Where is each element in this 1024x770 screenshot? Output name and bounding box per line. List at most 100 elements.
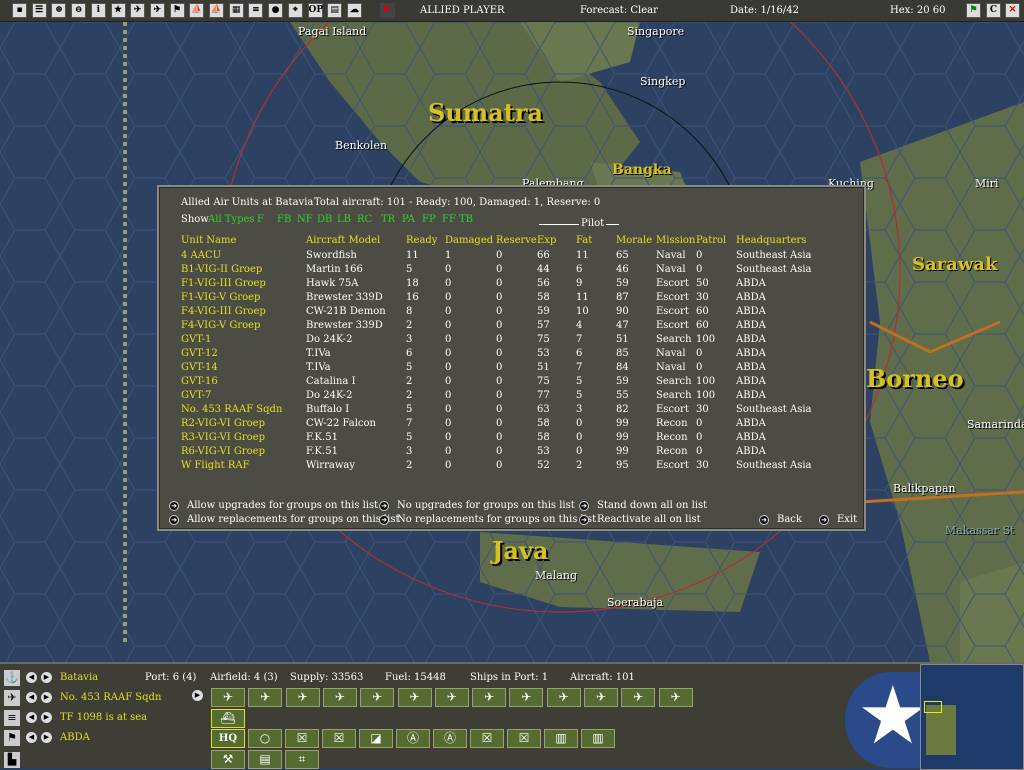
arrow-icon[interactable]: ➜ [379,501,389,511]
star-icon[interactable]: ★ [110,3,126,18]
column-header[interactable]: Patrol [696,235,726,246]
target-icon[interactable]: ⊕ [51,3,67,18]
facility-button[interactable]: ⌗ [285,750,319,769]
air-group-button[interactable]: ✈ [248,688,283,707]
ground-unit-button[interactable]: ▥ [544,729,578,748]
column-header[interactable]: Fat [576,235,592,246]
facility-button[interactable]: ▤ [248,750,282,769]
column-header[interactable]: Morale [616,235,652,246]
next-arrow[interactable]: ▶ [41,672,52,683]
unit-name[interactable]: 4 AACU [181,250,221,261]
arrow-icon[interactable]: ➜ [379,515,389,525]
unit-name[interactable]: R6-VIG-VI Groep [181,446,265,457]
globe-icon[interactable]: ● [268,3,284,18]
column-header[interactable]: Mission [656,235,695,246]
filter-ff[interactable]: FF [442,214,456,225]
prev-arrow[interactable]: ◀ [26,712,37,723]
task-force-name[interactable]: TF 1098 is at sea [60,712,147,723]
base-icon[interactable]: ≡ [248,3,264,18]
arrow-icon[interactable]: ➜ [579,515,589,525]
unit-name[interactable]: No. 453 RAAF Sqdn [181,404,282,415]
prev-arrow[interactable]: ◀ [26,732,37,743]
filter-all-types[interactable]: All Types [208,214,255,225]
ground-unit-button[interactable]: ▥ [581,729,615,748]
base-name[interactable]: Batavia [60,672,98,683]
end-turn-icon[interactable]: ▶ [380,3,395,18]
air-group-button[interactable]: ✈ [322,688,357,707]
filter-db[interactable]: DB [317,214,332,225]
facility-button[interactable]: ⚒ [211,750,245,769]
column-header[interactable]: Exp [537,235,556,246]
unit-name[interactable]: F4-VIG-V Groep [181,320,260,331]
action-allow-upgrades-for-groups-on-this-list[interactable]: Allow upgrades for groups on this list [187,500,378,511]
anchor-icon[interactable]: ⚓ [4,670,20,686]
filter-rc[interactable]: RC [357,214,372,225]
unit-name[interactable]: F1-VIG-III Groep [181,278,266,289]
unit-name[interactable]: F4-VIG-III Groep [181,306,266,317]
op-icon[interactable]: OP [307,3,323,18]
flag-icon[interactable]: ⚑ [169,3,185,18]
filter-tr[interactable]: TR [381,214,395,225]
action-allow-replacements-for-groups-on-this-list[interactable]: Allow replacements for groups on this li… [187,514,400,525]
unit-name[interactable]: GVT-14 [181,362,218,373]
minimap[interactable] [920,664,1024,770]
filter-f[interactable]: F [257,214,264,225]
column-header[interactable]: Aircraft Model [306,235,380,246]
unit-name[interactable]: GVT-7 [181,390,211,401]
column-header[interactable]: Ready [406,235,437,246]
close-icon[interactable]: ✕ [1005,3,1020,18]
arrow-icon[interactable]: ➜ [169,501,179,511]
unit-name[interactable]: GVT-12 [181,348,218,359]
air-group-button[interactable]: ✈ [658,688,693,707]
action-no-upgrades-for-groups-on-this-list[interactable]: No upgrades for groups on this list [397,500,575,511]
unit-name[interactable]: GVT-1 [181,334,211,345]
arrow-icon[interactable]: ➜ [169,515,179,525]
crosshair-icon[interactable]: ⌖ [287,3,303,18]
prev-arrow[interactable]: ◀ [26,672,37,683]
unit-name[interactable]: F1-VIG-V Groep [181,292,260,303]
air-group-button[interactable]: ✈ [434,688,469,707]
unit-name[interactable]: GVT-16 [181,376,218,387]
air-group-button[interactable]: ✈ [211,688,245,707]
air-group-button[interactable]: ✈ [285,688,320,707]
unit-name[interactable]: R3-VIG-VI Groep [181,432,265,443]
ship-unit-button[interactable]: ⛴ [211,709,245,728]
action-exit[interactable]: Exit [837,514,857,525]
column-header[interactable]: Damaged [445,235,493,246]
action-back[interactable]: Back [777,514,802,525]
ground-unit-button[interactable]: ☒ [322,729,356,748]
plane-icon[interactable]: ✈ [4,690,20,706]
hq-name[interactable]: ABDA [60,732,90,743]
filter-nf[interactable]: NF [297,214,313,225]
column-header[interactable]: Headquarters [736,235,806,246]
air-group-button[interactable]: ✈ [509,688,544,707]
column-header[interactable]: Unit Name [181,235,236,246]
air-group-button[interactable]: ✈ [546,688,581,707]
report-icon[interactable]: ▤ [327,3,343,18]
ground-unit-button[interactable]: ◪ [359,729,393,748]
hq-button[interactable]: HQ [211,729,245,748]
c-button[interactable]: C [986,3,1001,18]
factory-icon[interactable]: ▙ [4,752,20,768]
air-unit-name[interactable]: No. 453 RAAF Sqdn [60,692,161,703]
flag-icon[interactable]: ⚑ [966,3,981,18]
column-header[interactable]: Reserve [496,235,537,246]
blue-plane-icon[interactable]: ✈ [149,3,165,18]
next-arrow[interactable]: ▶ [41,692,52,703]
filter-fp[interactable]: FP [422,214,436,225]
target2-icon[interactable]: ⊖ [71,3,87,18]
action-reactivate-all-on-list[interactable]: Reactivate all on list [597,514,701,525]
filter-pa[interactable]: PA [402,214,415,225]
prev-arrow[interactable]: ◀ [26,692,37,703]
next-arrow[interactable]: ▶ [41,732,52,743]
arrow-icon[interactable]: ➜ [759,515,769,525]
list-icon[interactable]: ☰ [31,3,47,18]
next-arrow[interactable]: ▶ [192,690,203,701]
action-stand-down-all-on-list[interactable]: Stand down all on list [597,500,707,511]
ground-unit-button[interactable]: ○ [248,729,282,748]
filter-fb[interactable]: FB [277,214,291,225]
ship-icon[interactable]: ≡ [4,710,20,726]
arrow-icon[interactable]: ➜ [579,501,589,511]
filter-lb[interactable]: LB [337,214,351,225]
air-group-button[interactable]: ✈ [472,688,507,707]
